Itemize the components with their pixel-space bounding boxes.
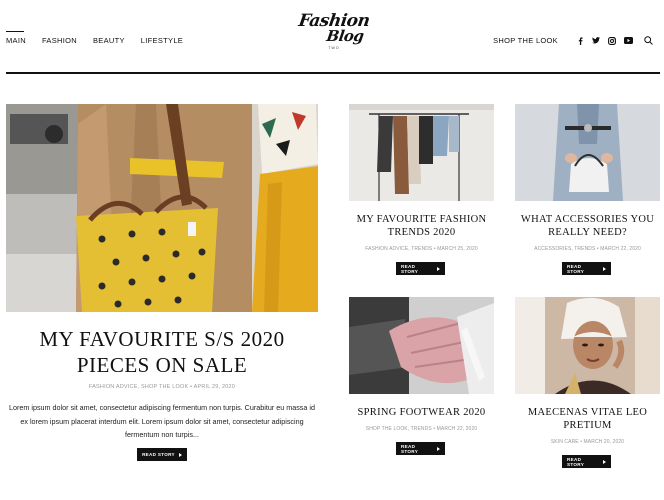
featured-post-title[interactable]: MY FAVOURITE S/S 2020 PIECES ON SALE	[6, 326, 318, 378]
post-meta-spring-footwear: SHOP THE LOOK, TRENDS • MARCH 22, 2020	[365, 426, 478, 432]
read-story-button-accessories[interactable]: READ STORY	[562, 262, 611, 275]
post-image-accessories[interactable]	[515, 104, 660, 201]
read-story-label: READ STORY	[401, 443, 419, 454]
featured-read-story-button[interactable]: READ STORY	[137, 448, 187, 461]
nav-item-fashion[interactable]: FASHION	[42, 36, 77, 45]
nav-item-main[interactable]: MAIN	[6, 31, 26, 45]
post-title-line: REALLY NEED?	[548, 227, 627, 238]
featured-post-meta: FASHION ADVICE, SHOP THE LOOK • APRIL 29…	[88, 384, 236, 390]
play-arrow-icon	[603, 459, 606, 464]
read-story-button-spring-footwear[interactable]: READ STORY	[396, 442, 445, 455]
featured-post-excerpt: Lorem ipsum dolor sit amet, consectetur …	[8, 403, 315, 439]
play-arrow-icon	[437, 266, 440, 271]
post-title-accessories[interactable]: WHAT ACCESSORIES YOU REALLY NEED?	[515, 213, 660, 239]
youtube-icon[interactable]	[620, 36, 636, 45]
facebook-icon[interactable]	[572, 36, 588, 45]
header-actions: SHOP THE LOOK	[493, 36, 656, 45]
featured-title-line-1: MY FAVOURITE S/S 2020	[39, 327, 285, 351]
twitter-icon[interactable]	[588, 36, 604, 45]
post-title-maecenas[interactable]: MAECENAS VITAE LEO PRETIUM	[515, 406, 660, 432]
read-story-button-fashion-trends[interactable]: READ STORY	[396, 262, 445, 275]
shop-the-look-link[interactable]: SHOP THE LOOK	[493, 36, 558, 45]
featured-post-image[interactable]	[6, 104, 318, 312]
post-title-fashion-trends[interactable]: MY FAVOURITE FASHION TRENDS 2020	[349, 213, 494, 239]
post-title-line: MAECENAS VITAE LEO	[527, 407, 648, 418]
featured-title-line-2: PIECES ON SALE	[76, 353, 248, 377]
nav-item-beauty[interactable]: BEAUTY	[93, 36, 125, 45]
read-story-label: READ STORY	[142, 452, 175, 457]
header-divider	[6, 72, 660, 74]
post-meta-maecenas: SKIN CARE • MARCH 20, 2020	[550, 439, 625, 445]
logo-line-2: Blog	[325, 27, 365, 45]
post-meta-fashion-trends: FASHION ADVICE, TRENDS • MARCH 25, 2020	[365, 246, 478, 252]
post-title-line: PRETIUM	[563, 420, 612, 431]
play-arrow-icon	[603, 266, 606, 271]
search-icon[interactable]	[640, 36, 656, 45]
logo-sub: TWO	[328, 46, 340, 50]
post-title-line: WHAT ACCESSORIES YOU	[520, 214, 655, 225]
post-title-line: TRENDS 2020	[387, 227, 456, 238]
read-story-button-maecenas[interactable]: READ STORY	[562, 455, 611, 468]
post-title-line: MY FAVOURITE FASHION	[356, 214, 487, 225]
site-header: MAIN FASHION BEAUTY LIFESTYLE Fashion Bl…	[0, 0, 664, 74]
instagram-icon[interactable]	[604, 36, 620, 45]
post-title-line: SPRING FOOTWEAR 2020	[357, 407, 486, 418]
post-image-maecenas[interactable]	[515, 297, 660, 394]
play-arrow-icon	[178, 452, 182, 457]
post-title-spring-footwear[interactable]: SPRING FOOTWEAR 2020	[349, 406, 494, 419]
nav-item-lifestyle[interactable]: LIFESTYLE	[141, 36, 183, 45]
read-story-label: READ STORY	[401, 263, 419, 274]
main-nav: MAIN FASHION BEAUTY LIFESTYLE	[6, 31, 199, 45]
read-story-label: READ STORY	[567, 456, 585, 467]
post-meta-accessories: ACCESSORIES, TRENDS • MARCH 22, 2020	[534, 246, 641, 252]
post-image-fashion-trends[interactable]	[349, 104, 494, 201]
post-image-spring-footwear[interactable]	[349, 297, 494, 394]
read-story-label: READ STORY	[567, 263, 585, 274]
play-arrow-icon	[437, 446, 440, 451]
site-logo[interactable]: Fashion Blog TWO	[294, 11, 374, 58]
